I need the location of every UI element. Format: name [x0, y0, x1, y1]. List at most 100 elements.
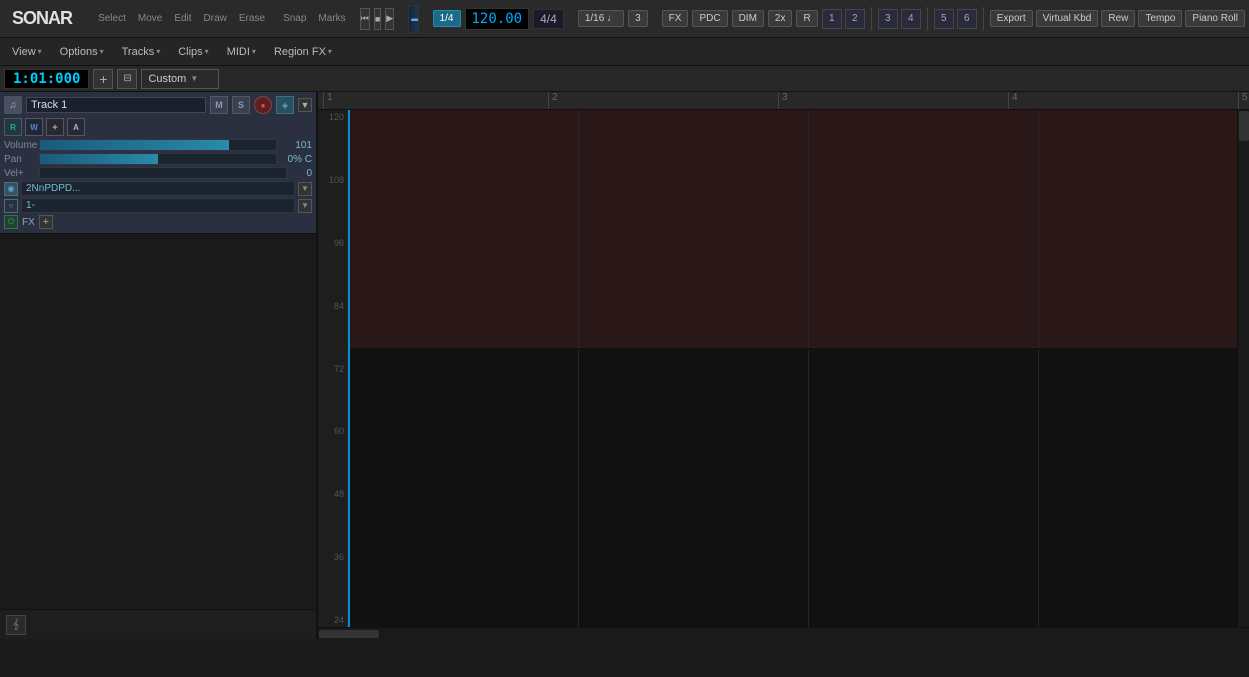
plugin-icon: ◉	[4, 182, 18, 196]
custom-dropdown[interactable]: Custom ▼	[141, 69, 219, 89]
fx-add-btn[interactable]: +	[39, 215, 53, 229]
rewind-btn[interactable]: ⏮	[360, 8, 370, 30]
edit-tool-label[interactable]: Edit	[170, 13, 195, 24]
main-content: ♫ M S ● ◈ ▼ R W ✦ A Volume	[0, 92, 1249, 639]
stop-btn[interactable]: ■	[374, 8, 381, 30]
note-grid[interactable]	[348, 110, 1237, 627]
plugin-row: ◉ 2NnPDPD... ▼	[4, 181, 312, 196]
num-btn-6[interactable]: 6	[957, 9, 977, 29]
virtual-kbd-btn[interactable]: Virtual Kbd	[1036, 10, 1099, 27]
move-tool-label[interactable]: Move	[134, 13, 166, 24]
timeline-ruler: 1 2 3 4 5	[318, 92, 1249, 110]
rew-btn[interactable]: Rew	[1101, 10, 1135, 27]
note-value-btn[interactable]: 1/16 ♩	[578, 10, 624, 27]
horizontal-scrollbar[interactable]	[318, 627, 1249, 639]
meter-display[interactable]: 4/4	[533, 9, 564, 29]
piano-icon-btn[interactable]: 𝄞	[6, 615, 26, 635]
grid-vline-3	[1038, 110, 1039, 627]
sep-r3	[983, 7, 984, 31]
vel-label-120: 120	[318, 112, 347, 122]
num-btn-1[interactable]: 1	[822, 9, 842, 29]
volume-slider[interactable]	[39, 139, 277, 151]
ruler-mark-1: 1	[323, 92, 333, 109]
content-area: 1 2 3 4 5 120 108 96 84 72 60 48 36 24	[318, 92, 1249, 639]
tempo-display[interactable]: 120.00	[465, 8, 530, 30]
add-track-btn[interactable]: +	[93, 69, 113, 89]
plugin-dropdown-btn[interactable]: ▼	[298, 182, 312, 196]
clips-menu[interactable]: Clips ▾	[170, 43, 216, 61]
tracks-menu[interactable]: Tracks ▾	[114, 43, 169, 61]
region-fx-menu[interactable]: Region FX ▾	[266, 43, 340, 61]
select-tool-label[interactable]: Select	[94, 13, 130, 24]
num-btn-2[interactable]: 2	[845, 9, 865, 29]
read-automation-btn[interactable]: R	[4, 118, 22, 136]
vel-label: Vel+	[4, 168, 39, 179]
solo-btn[interactable]: S	[232, 96, 250, 114]
snap-label: Snap	[283, 13, 306, 24]
input-monitor-btn[interactable]: ◈	[276, 96, 294, 114]
record-btn[interactable]: ●	[254, 96, 272, 114]
output-dropdown-btn[interactable]: ▼	[298, 199, 312, 213]
volume-label: Volume	[4, 140, 39, 151]
view-menu[interactable]: View ▾	[4, 43, 50, 61]
track-controls-row: R W ✦ A	[4, 118, 312, 136]
output-name[interactable]: 1-	[21, 198, 295, 213]
app-logo: SONAR	[4, 8, 80, 29]
track-name-input[interactable]	[26, 97, 206, 113]
plugin-name[interactable]: 2NnPDPD...	[21, 181, 295, 196]
top-toolbar: SONAR Select Move Edit Draw Erase Snap M…	[0, 0, 1249, 38]
tempo-label-btn[interactable]: Tempo	[1138, 10, 1182, 27]
num-value-btn[interactable]: 3	[628, 10, 648, 27]
pan-slider[interactable]	[39, 153, 277, 165]
track-expand-btn[interactable]: ▼	[298, 98, 312, 112]
export-btn[interactable]: Export	[990, 10, 1033, 27]
r-btn[interactable]: R	[796, 10, 817, 27]
vel-slider[interactable]	[39, 167, 287, 179]
volume-slider-row: Volume 101	[4, 139, 312, 151]
pan-value: 0% C	[277, 154, 312, 165]
ruler-mark-3: 3	[778, 92, 788, 109]
fx-btn[interactable]: FX	[662, 10, 689, 27]
num-btn-3[interactable]: 3	[878, 9, 898, 29]
fx-label: FX	[22, 217, 35, 228]
trim-btn[interactable]: ✦	[46, 118, 64, 136]
sep-r1	[871, 7, 872, 31]
track-type-icon: ♫	[4, 96, 22, 114]
write-automation-btn[interactable]: W	[25, 118, 43, 136]
vel-label-108: 108	[318, 175, 347, 185]
fx-row: ⏻ FX +	[4, 215, 312, 229]
draw-tool-label[interactable]: Draw	[200, 13, 231, 24]
velocity-labels: 120 108 96 84 72 60 48 36 24	[318, 110, 348, 627]
options-menu[interactable]: Options ▾	[52, 43, 112, 61]
pan-slider-row: Pan 0% C	[4, 153, 312, 165]
auto-btn[interactable]: A	[67, 118, 85, 136]
piano-roll-btn[interactable]: Piano Roll	[1185, 10, 1245, 27]
ruler-mark-4: 4	[1008, 92, 1018, 109]
pdc-btn[interactable]: PDC	[692, 10, 727, 27]
time-position-display[interactable]: 1:01:000	[4, 69, 89, 89]
vertical-scrollbar[interactable]	[1237, 110, 1249, 627]
x2-btn[interactable]: 2x	[768, 10, 793, 27]
vel-label-48: 48	[318, 489, 347, 499]
view-toggle-btn[interactable]: ⊟	[117, 69, 137, 89]
ruler-mark-2: 2	[548, 92, 558, 109]
num-btn-4[interactable]: 4	[901, 9, 921, 29]
scrollbar-thumb-v[interactable]	[1239, 111, 1249, 141]
num-btn-5[interactable]: 5	[934, 9, 954, 29]
fx-power-btn[interactable]: ⏻	[4, 215, 18, 229]
timeline-header-row: 1:01:000 + ⊟ Custom ▼	[0, 66, 1249, 92]
vel-label-60: 60	[318, 426, 347, 436]
midi-menu[interactable]: MIDI ▾	[219, 43, 264, 61]
vel-label-36: 36	[318, 552, 347, 562]
mute-btn[interactable]: M	[210, 96, 228, 114]
track-empty-area	[0, 234, 316, 609]
play-btn[interactable]: ▶	[385, 8, 394, 30]
dim-btn[interactable]: DIM	[732, 10, 764, 27]
quantize-btn[interactable]: 1/4	[433, 10, 461, 27]
view-menu-arrow: ▾	[38, 47, 42, 56]
region-fx-menu-arrow: ▾	[328, 47, 332, 56]
scrollbar-thumb-h[interactable]	[319, 630, 379, 638]
ruler-mark-5: 5	[1238, 92, 1248, 109]
vel-label-72: 72	[318, 364, 347, 374]
erase-tool-label[interactable]: Erase	[235, 13, 269, 24]
